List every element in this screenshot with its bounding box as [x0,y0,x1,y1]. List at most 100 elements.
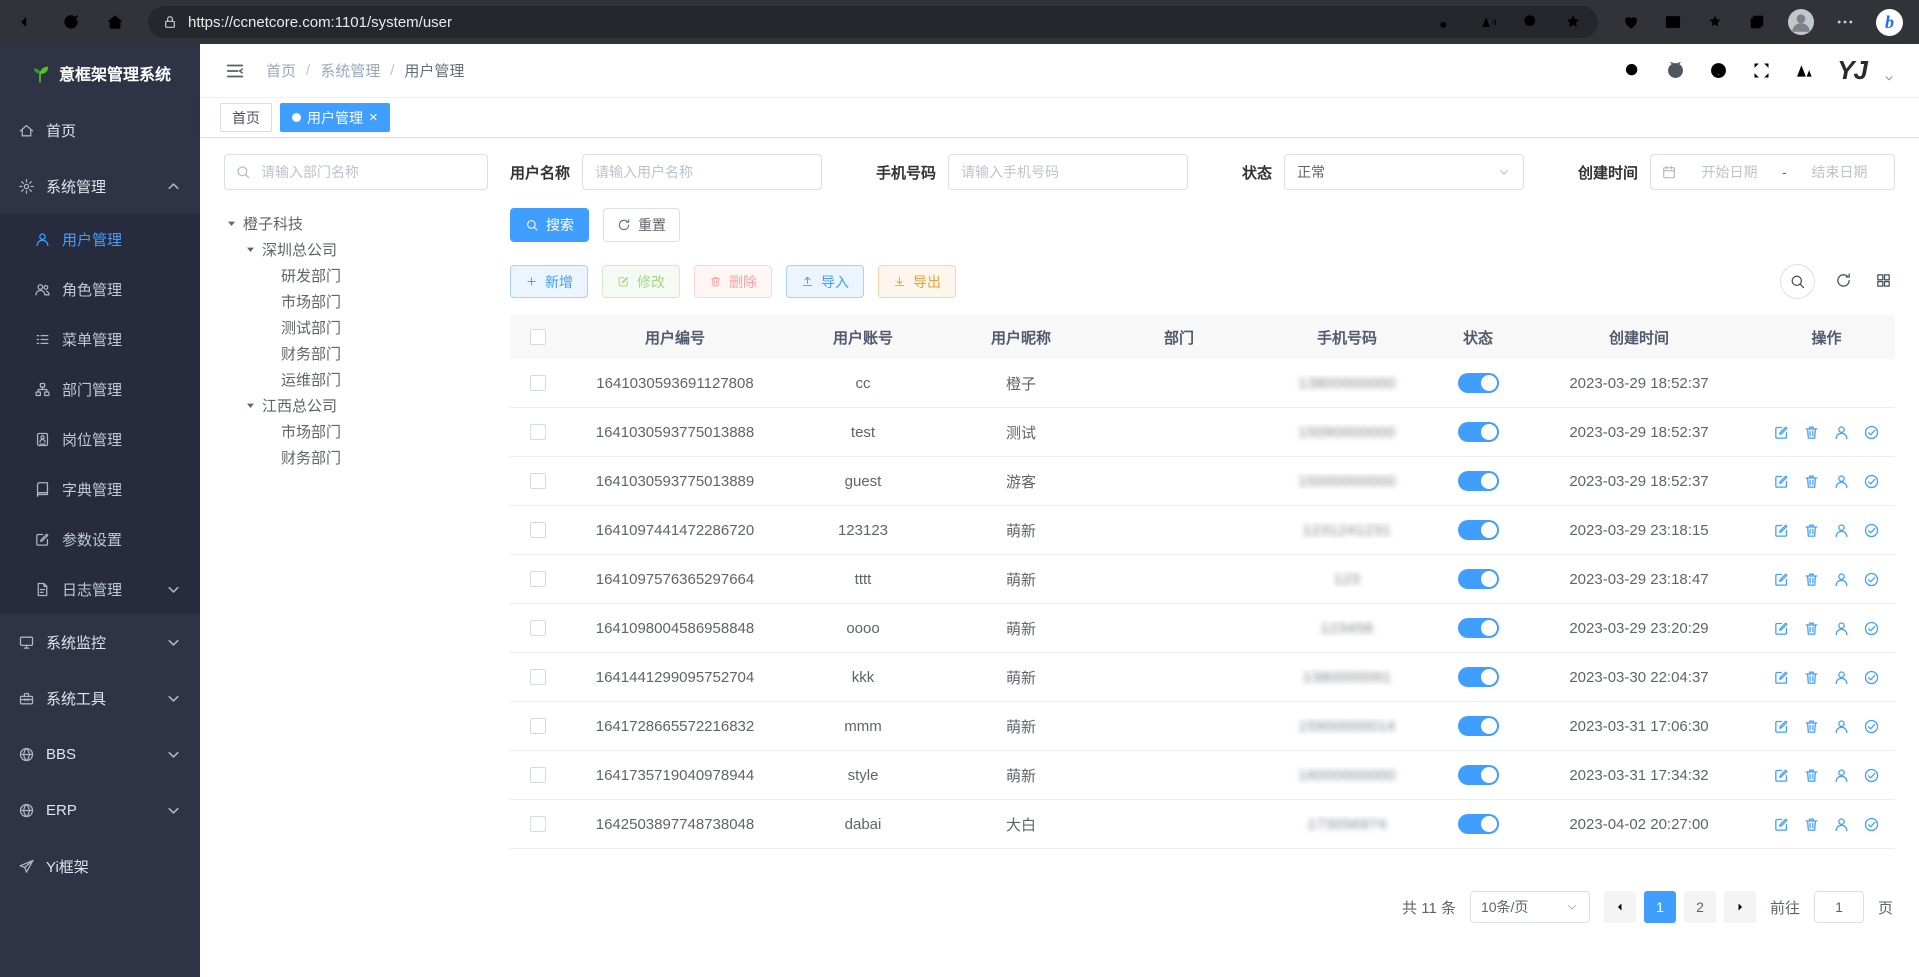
key-button[interactable] [1436,11,1458,33]
reset-password-button[interactable] [1833,522,1850,539]
address-bar[interactable]: https://ccnetcore.com:1101/system/user [148,6,1598,38]
tree-node[interactable]: 市场部门 [224,288,488,314]
reset-password-button[interactable] [1833,620,1850,637]
assign-role-button[interactable] [1863,522,1880,539]
row-checkbox[interactable] [530,669,546,685]
tree-node[interactable]: 财务部门 [224,340,488,366]
assign-role-button[interactable] [1863,620,1880,637]
delete-user-button[interactable] [1803,620,1820,637]
delete-user-button[interactable] [1803,522,1820,539]
read-aloud-button[interactable] [1478,11,1500,33]
delete-button[interactable]: 删除 [694,265,772,298]
breadcrumb-item[interactable]: 系统管理 [320,60,380,81]
more-button[interactable] [1834,11,1856,33]
delete-user-button[interactable] [1803,767,1820,784]
star-plus-button[interactable] [1562,11,1584,33]
import-button[interactable]: 导入 [786,265,864,298]
status-toggle[interactable] [1458,618,1499,638]
sidebar-item-dict-mgmt[interactable]: 字典管理 [0,464,200,514]
zoom-out-button[interactable] [1520,11,1542,33]
copilot-icon[interactable]: b [1876,9,1903,36]
delete-user-button[interactable] [1803,571,1820,588]
sidebar-item-user-mgmt[interactable]: 用户管理 [0,214,200,264]
phone-input[interactable] [948,154,1188,190]
username-input[interactable] [582,154,822,190]
daterange-picker[interactable]: 开始日期 - 结束日期 [1650,154,1895,190]
assign-role-button[interactable] [1863,767,1880,784]
reset-password-button[interactable] [1833,718,1850,735]
sidebar-item-tools[interactable]: 系统工具 [0,670,200,726]
dept-search-input[interactable] [224,154,488,190]
sidebar-item-log-mgmt[interactable]: 日志管理 [0,564,200,614]
reset-password-button[interactable] [1833,767,1850,784]
status-toggle[interactable] [1458,520,1499,540]
delete-user-button[interactable] [1803,816,1820,833]
question-button[interactable] [1708,60,1729,81]
text-size-button[interactable] [1794,60,1815,81]
reset-password-button[interactable] [1833,424,1850,441]
tree-node[interactable]: 江西总公司 [224,392,488,418]
reset-password-button[interactable] [1833,816,1850,833]
assign-role-button[interactable] [1863,473,1880,490]
sidebar-item-monitor[interactable]: 系统监控 [0,614,200,670]
edit-user-button[interactable] [1773,424,1790,441]
back-button[interactable] [16,11,38,33]
page-size-select[interactable]: 10条/页 [1470,891,1590,923]
sidebar-item-menu-mgmt[interactable]: 菜单管理 [0,314,200,364]
status-select[interactable]: 正常 [1284,154,1524,190]
assign-role-button[interactable] [1863,669,1880,686]
sidebar-item-dept-mgmt[interactable]: 部门管理 [0,364,200,414]
column-settings-button[interactable] [1875,272,1895,292]
breadcrumb-item[interactable]: 用户管理 [404,60,464,81]
assign-role-button[interactable] [1863,718,1880,735]
github-button[interactable] [1665,60,1686,81]
sidebar-item-post-mgmt[interactable]: 岗位管理 [0,414,200,464]
sidebar-item-home[interactable]: 首页 [0,102,200,158]
status-toggle[interactable] [1458,814,1499,834]
sidebar-item-bbs[interactable]: BBS [0,726,200,782]
delete-user-button[interactable] [1803,473,1820,490]
row-checkbox[interactable] [530,718,546,734]
row-checkbox[interactable] [530,424,546,440]
search-button[interactable]: 搜索 [510,208,589,242]
row-checkbox[interactable] [530,571,546,587]
edit-button[interactable]: 修改 [602,265,680,298]
row-checkbox[interactable] [530,767,546,783]
row-checkbox[interactable] [530,522,546,538]
export-button[interactable]: 导出 [878,265,956,298]
reset-password-button[interactable] [1833,669,1850,686]
assign-role-button[interactable] [1863,571,1880,588]
add-button[interactable]: 新增 [510,265,588,298]
assign-role-button[interactable] [1863,816,1880,833]
row-checkbox[interactable] [530,375,546,391]
collections-button[interactable] [1746,11,1768,33]
sidebar-item-yi-framework[interactable]: Yi框架 [0,838,200,894]
sidebar-item-param-settings[interactable]: 参数设置 [0,514,200,564]
prev-page-button[interactable] [1604,891,1636,923]
edit-user-button[interactable] [1773,473,1790,490]
row-checkbox[interactable] [530,473,546,489]
sidebar-item-system-mgmt[interactable]: 系统管理 [0,158,200,214]
fullscreen-button[interactable] [1751,60,1772,81]
reset-button[interactable]: 重置 [603,208,680,242]
goto-page-input[interactable] [1814,891,1864,923]
edit-user-button[interactable] [1773,669,1790,686]
tag-home[interactable]: 首页 [220,103,272,132]
edit-user-button[interactable] [1773,522,1790,539]
home-button[interactable] [104,11,126,33]
sidebar-item-role-mgmt[interactable]: 角色管理 [0,264,200,314]
tree-node[interactable]: 运维部门 [224,366,488,392]
status-toggle[interactable] [1458,765,1499,785]
search-button[interactable] [1622,60,1643,81]
status-toggle[interactable] [1458,716,1499,736]
menu-fold-icon[interactable] [224,60,246,82]
reload-button[interactable] [60,11,82,33]
edit-user-button[interactable] [1773,718,1790,735]
tag-user-mgmt[interactable]: 用户管理 × [280,103,390,132]
profile-avatar[interactable] [1788,9,1814,35]
assign-role-button[interactable] [1863,424,1880,441]
tree-node[interactable]: 市场部门 [224,418,488,444]
status-toggle[interactable] [1458,422,1499,442]
delete-user-button[interactable] [1803,424,1820,441]
reset-password-button[interactable] [1833,473,1850,490]
